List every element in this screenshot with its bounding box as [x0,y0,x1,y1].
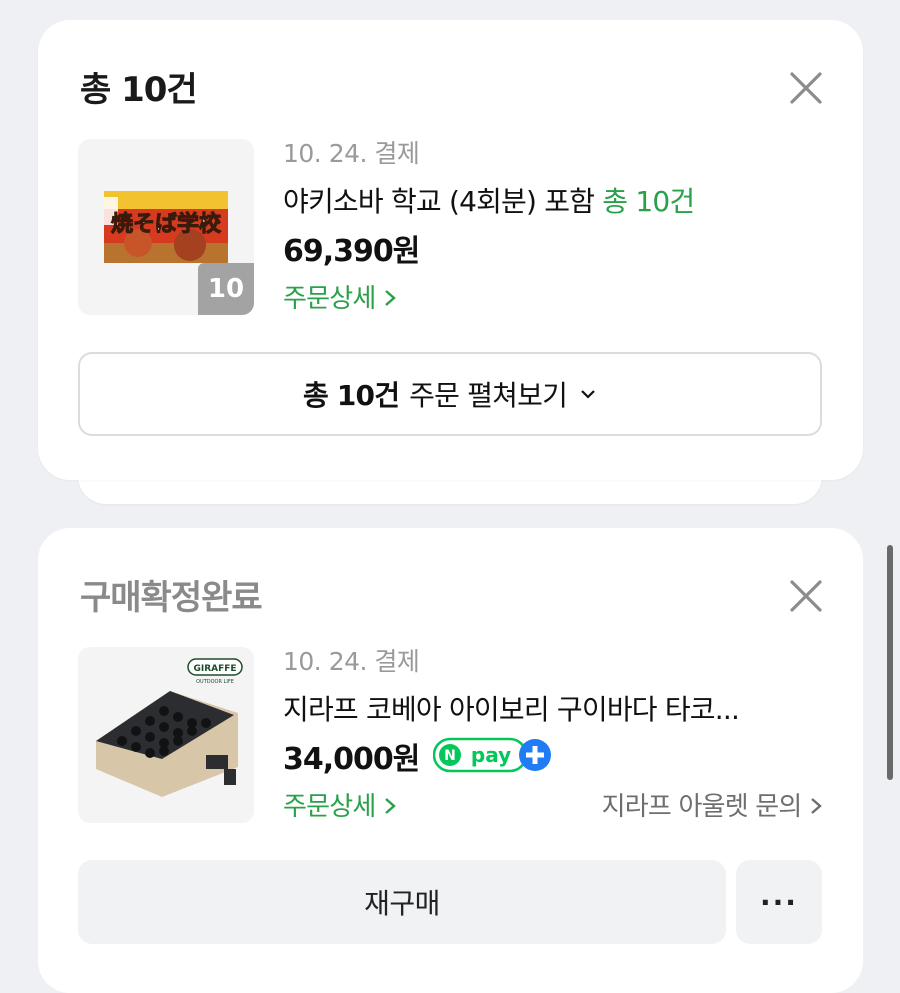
close-button[interactable] [784,574,828,618]
grill-product-image: GIRAFFE OUTDOOR LIFE [96,658,243,797]
close-button[interactable] [784,66,828,110]
rebuy-button[interactable]: 재구매 [78,860,726,944]
order-group-card: 총 10건 焼そば学校 10 10. 24. 결제 야키소바 학교 (4회분) … [38,20,863,480]
payment-date: 10. 24. 결제 [283,139,420,168]
svg-text:OUTDOOR LIFE: OUTDOOR LIFE [196,679,234,685]
chevron-right-icon [385,290,396,306]
product-thumbnail[interactable]: GIRAFFE OUTDOOR LIFE [78,647,254,823]
item-count-badge: 10 [198,263,254,315]
product-count-suffix: 총 10건 [602,185,695,218]
svg-text:GIRAFFE: GIRAFFE [193,664,236,674]
order-group-title: 총 10건 [80,70,198,110]
product-thumbnail[interactable]: 焼そば学校 10 [78,139,254,315]
chevron-down-icon [581,390,595,399]
order-detail-label: 주문상세 [283,792,376,822]
npay-logo: N pay [433,737,551,773]
product-name[interactable]: 지라프 코베아 아이보리 구이바다 타코... [283,688,740,728]
expand-orders-button[interactable]: 총 10건 주문 펼쳐보기 [78,352,822,436]
close-icon [790,580,822,612]
product-name[interactable]: 야키소바 학교 (4회분) 포함 총 10건 [283,180,695,220]
expand-count: 총 10건 [302,379,400,412]
order-detail-label: 주문상세 [283,284,376,314]
chevron-right-icon [385,798,396,814]
svg-text:N: N [444,748,456,764]
more-options-button[interactable]: ··· [736,860,822,944]
order-status-title: 구매확정완료 [80,578,263,618]
product-price: 69,390원 [283,234,420,269]
order-detail-link[interactable]: 주문상세 [283,786,397,823]
close-icon [790,72,822,104]
expand-label: 주문 펼쳐보기 [409,379,568,412]
payment-date: 10. 24. 결제 [283,647,420,676]
svg-text:焼そば学校: 焼そば学校 [111,211,222,237]
order-card: 구매확정완료 GIRAFFE OUTDOOR LIFE 10. 24. 결제 지… [38,528,863,993]
svg-text:pay: pay [471,743,511,767]
chevron-right-icon [811,798,822,814]
store-inquiry-label: 지라프 아울렛 문의 [601,792,803,822]
scrollbar[interactable] [887,545,893,780]
product-price: 34,000원 [283,742,420,777]
store-inquiry-link[interactable]: 지라프 아울렛 문의 [602,786,823,823]
order-detail-link[interactable]: 주문상세 [283,278,397,315]
product-name-text: 야키소바 학교 (4회분) 포함 [283,185,595,218]
npay-plus-badge: N pay [433,737,553,773]
